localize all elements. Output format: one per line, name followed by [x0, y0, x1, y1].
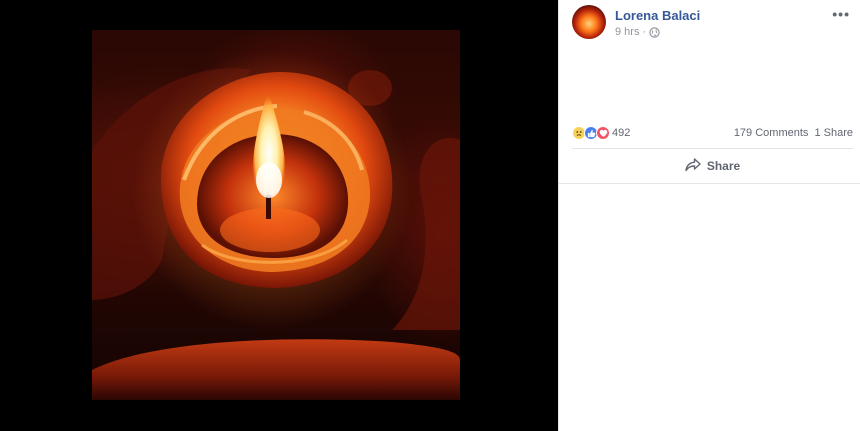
post-meta: 9 hrs · [615, 26, 660, 38]
reaction-count-group[interactable]: 492 [572, 126, 630, 140]
candle-image [92, 50, 460, 400]
reaction-count: 492 [612, 127, 631, 139]
post-timestamp[interactable]: 9 hrs [615, 26, 639, 38]
avatar[interactable] [572, 5, 606, 39]
shares-count-link[interactable]: 1 Share [814, 127, 853, 139]
comments-count-link[interactable]: 179 Comments [734, 127, 809, 139]
author-name-link[interactable]: Lorena Balaci [615, 8, 700, 23]
divider [572, 148, 853, 149]
love-icon [596, 126, 610, 140]
more-options-icon[interactable]: ••• [832, 6, 850, 22]
share-button[interactable]: Share [572, 152, 853, 180]
share-icon [685, 157, 701, 175]
divider [559, 183, 860, 184]
candle-photo[interactable] [92, 30, 460, 400]
meta-separator: · [642, 26, 647, 38]
globe-icon[interactable] [649, 26, 660, 38]
post-side-panel: Lorena Balaci 9 hrs · ••• 492 179 Commen… [558, 0, 860, 431]
reactions-summary: 492 179 Comments 1 Share [572, 124, 853, 142]
engagement-counts: 179 Comments 1 Share [731, 127, 853, 139]
photo-viewer [0, 0, 558, 431]
share-button-label: Share [706, 159, 741, 173]
